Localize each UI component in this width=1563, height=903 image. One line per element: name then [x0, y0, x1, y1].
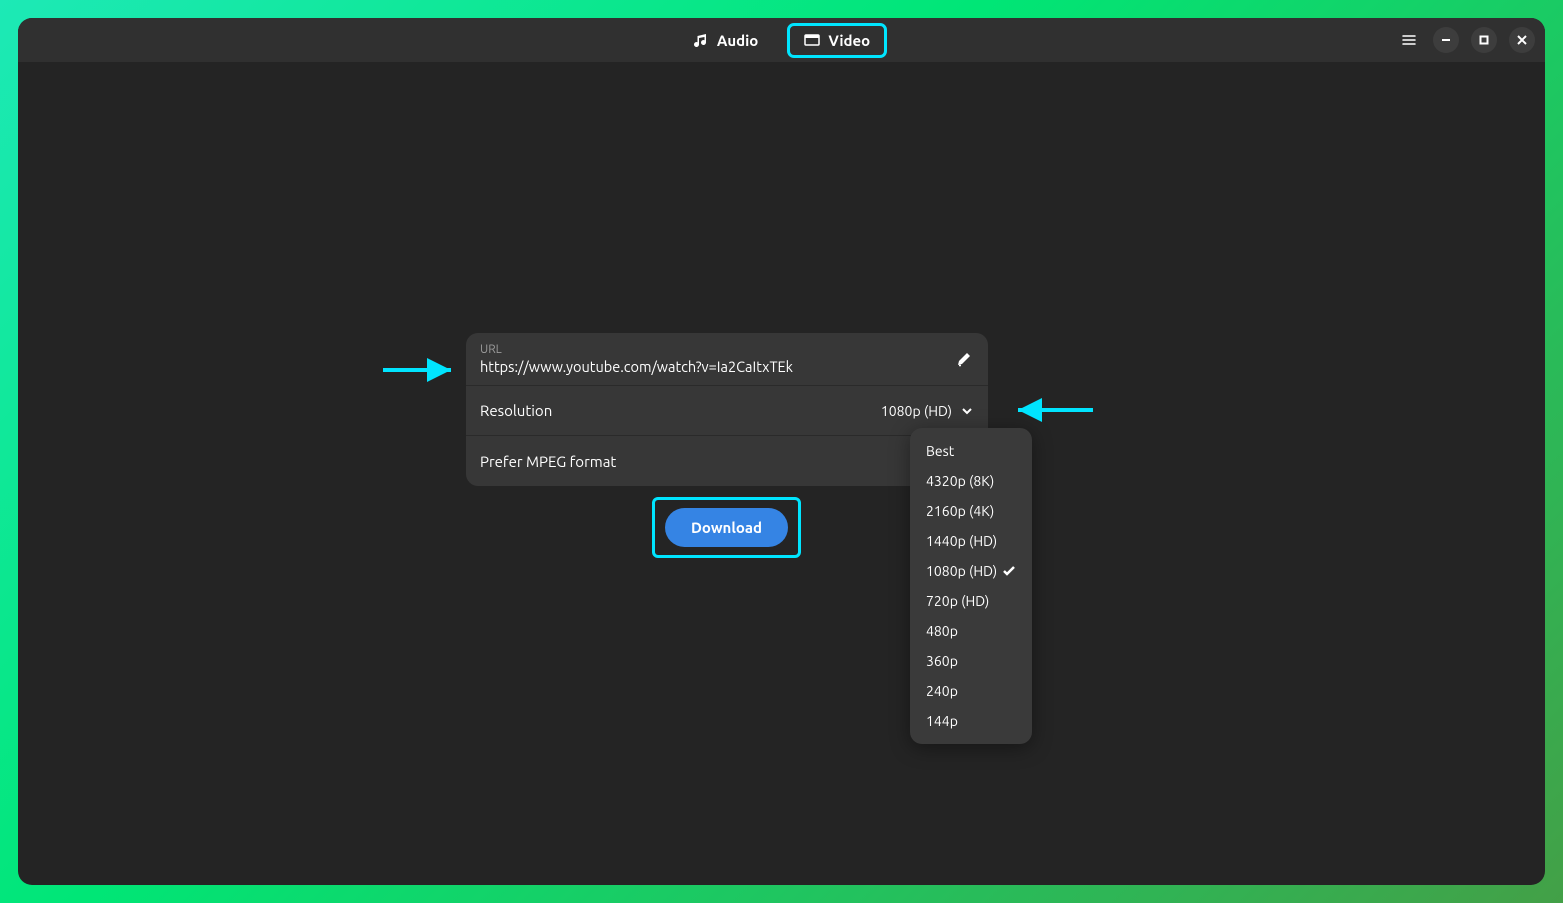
resolution-option-label: 4320p (8K) — [926, 473, 994, 489]
minimize-button[interactable] — [1433, 27, 1459, 53]
resolution-option[interactable]: 240p — [910, 676, 1032, 706]
tab-video[interactable]: Video — [790, 26, 884, 55]
resolution-option[interactable]: Best — [910, 436, 1032, 466]
url-label: URL — [480, 343, 954, 356]
resolution-option-label: 360p — [926, 653, 958, 669]
resolution-dropdown: Best 4320p (8K) 2160p (4K) 1440p (HD) 1080p … — [910, 428, 1032, 744]
url-value: https://www.youtube.com/watch?v=Ia2CaItx… — [480, 358, 954, 375]
chevron-down-icon — [960, 404, 974, 418]
pencil-icon — [956, 351, 972, 367]
resolution-option[interactable]: 360p — [910, 646, 1032, 676]
resolution-selected: 1080p (HD) — [881, 403, 952, 419]
resolution-option-label: 2160p (4K) — [926, 503, 994, 519]
hamburger-menu-button[interactable] — [1397, 28, 1421, 52]
close-button[interactable] — [1509, 27, 1535, 53]
app-window: Audio Video URL — [18, 18, 1545, 885]
resolution-option-label: 144p — [926, 713, 958, 729]
resolution-option[interactable]: 144p — [910, 706, 1032, 736]
resolution-option-label: 720p (HD) — [926, 593, 989, 609]
annotation-arrow-left — [381, 357, 461, 383]
tab-audio[interactable]: Audio — [679, 26, 773, 55]
resolution-option[interactable]: 2160p (4K) — [910, 496, 1032, 526]
tab-audio-label: Audio — [717, 32, 759, 49]
titlebar: Audio Video — [18, 18, 1545, 62]
edit-url-button[interactable] — [954, 349, 974, 369]
resolution-option-label: 1440p (HD) — [926, 533, 997, 549]
video-icon — [804, 32, 820, 48]
resolution-option[interactable]: 480p — [910, 616, 1032, 646]
resolution-option[interactable]: 4320p (8K) — [910, 466, 1032, 496]
check-icon — [1002, 564, 1016, 578]
download-highlight: Download — [652, 497, 801, 558]
maximize-button[interactable] — [1471, 27, 1497, 53]
resolution-option-label: Best — [926, 443, 954, 459]
resolution-option-label: 240p — [926, 683, 958, 699]
hamburger-icon — [1401, 32, 1417, 48]
music-note-icon — [693, 32, 709, 48]
resolution-option-label: 480p — [926, 623, 958, 639]
resolution-row[interactable]: Resolution 1080p (HD) — [466, 386, 988, 436]
window-controls — [1397, 27, 1535, 53]
url-row[interactable]: URL https://www.youtube.com/watch?v=Ia2C… — [466, 333, 988, 386]
resolution-option[interactable]: 720p (HD) — [910, 586, 1032, 616]
tab-video-label: Video — [828, 32, 870, 49]
resolution-option[interactable]: 1440p (HD) — [910, 526, 1032, 556]
main-content: URL https://www.youtube.com/watch?v=Ia2C… — [18, 62, 1545, 885]
tab-group: Audio Video — [679, 26, 884, 55]
close-icon — [1517, 35, 1527, 45]
resolution-option-label: 1080p (HD) — [926, 563, 997, 579]
minimize-icon — [1441, 35, 1451, 45]
download-button[interactable]: Download — [665, 508, 788, 547]
maximize-icon — [1479, 35, 1489, 45]
mpeg-label: Prefer MPEG format — [480, 453, 616, 470]
annotation-arrow-right — [1008, 397, 1098, 423]
resolution-selector[interactable]: 1080p (HD) — [881, 403, 974, 419]
resolution-label: Resolution — [480, 402, 552, 419]
resolution-option[interactable]: 1080p (HD) — [910, 556, 1032, 586]
